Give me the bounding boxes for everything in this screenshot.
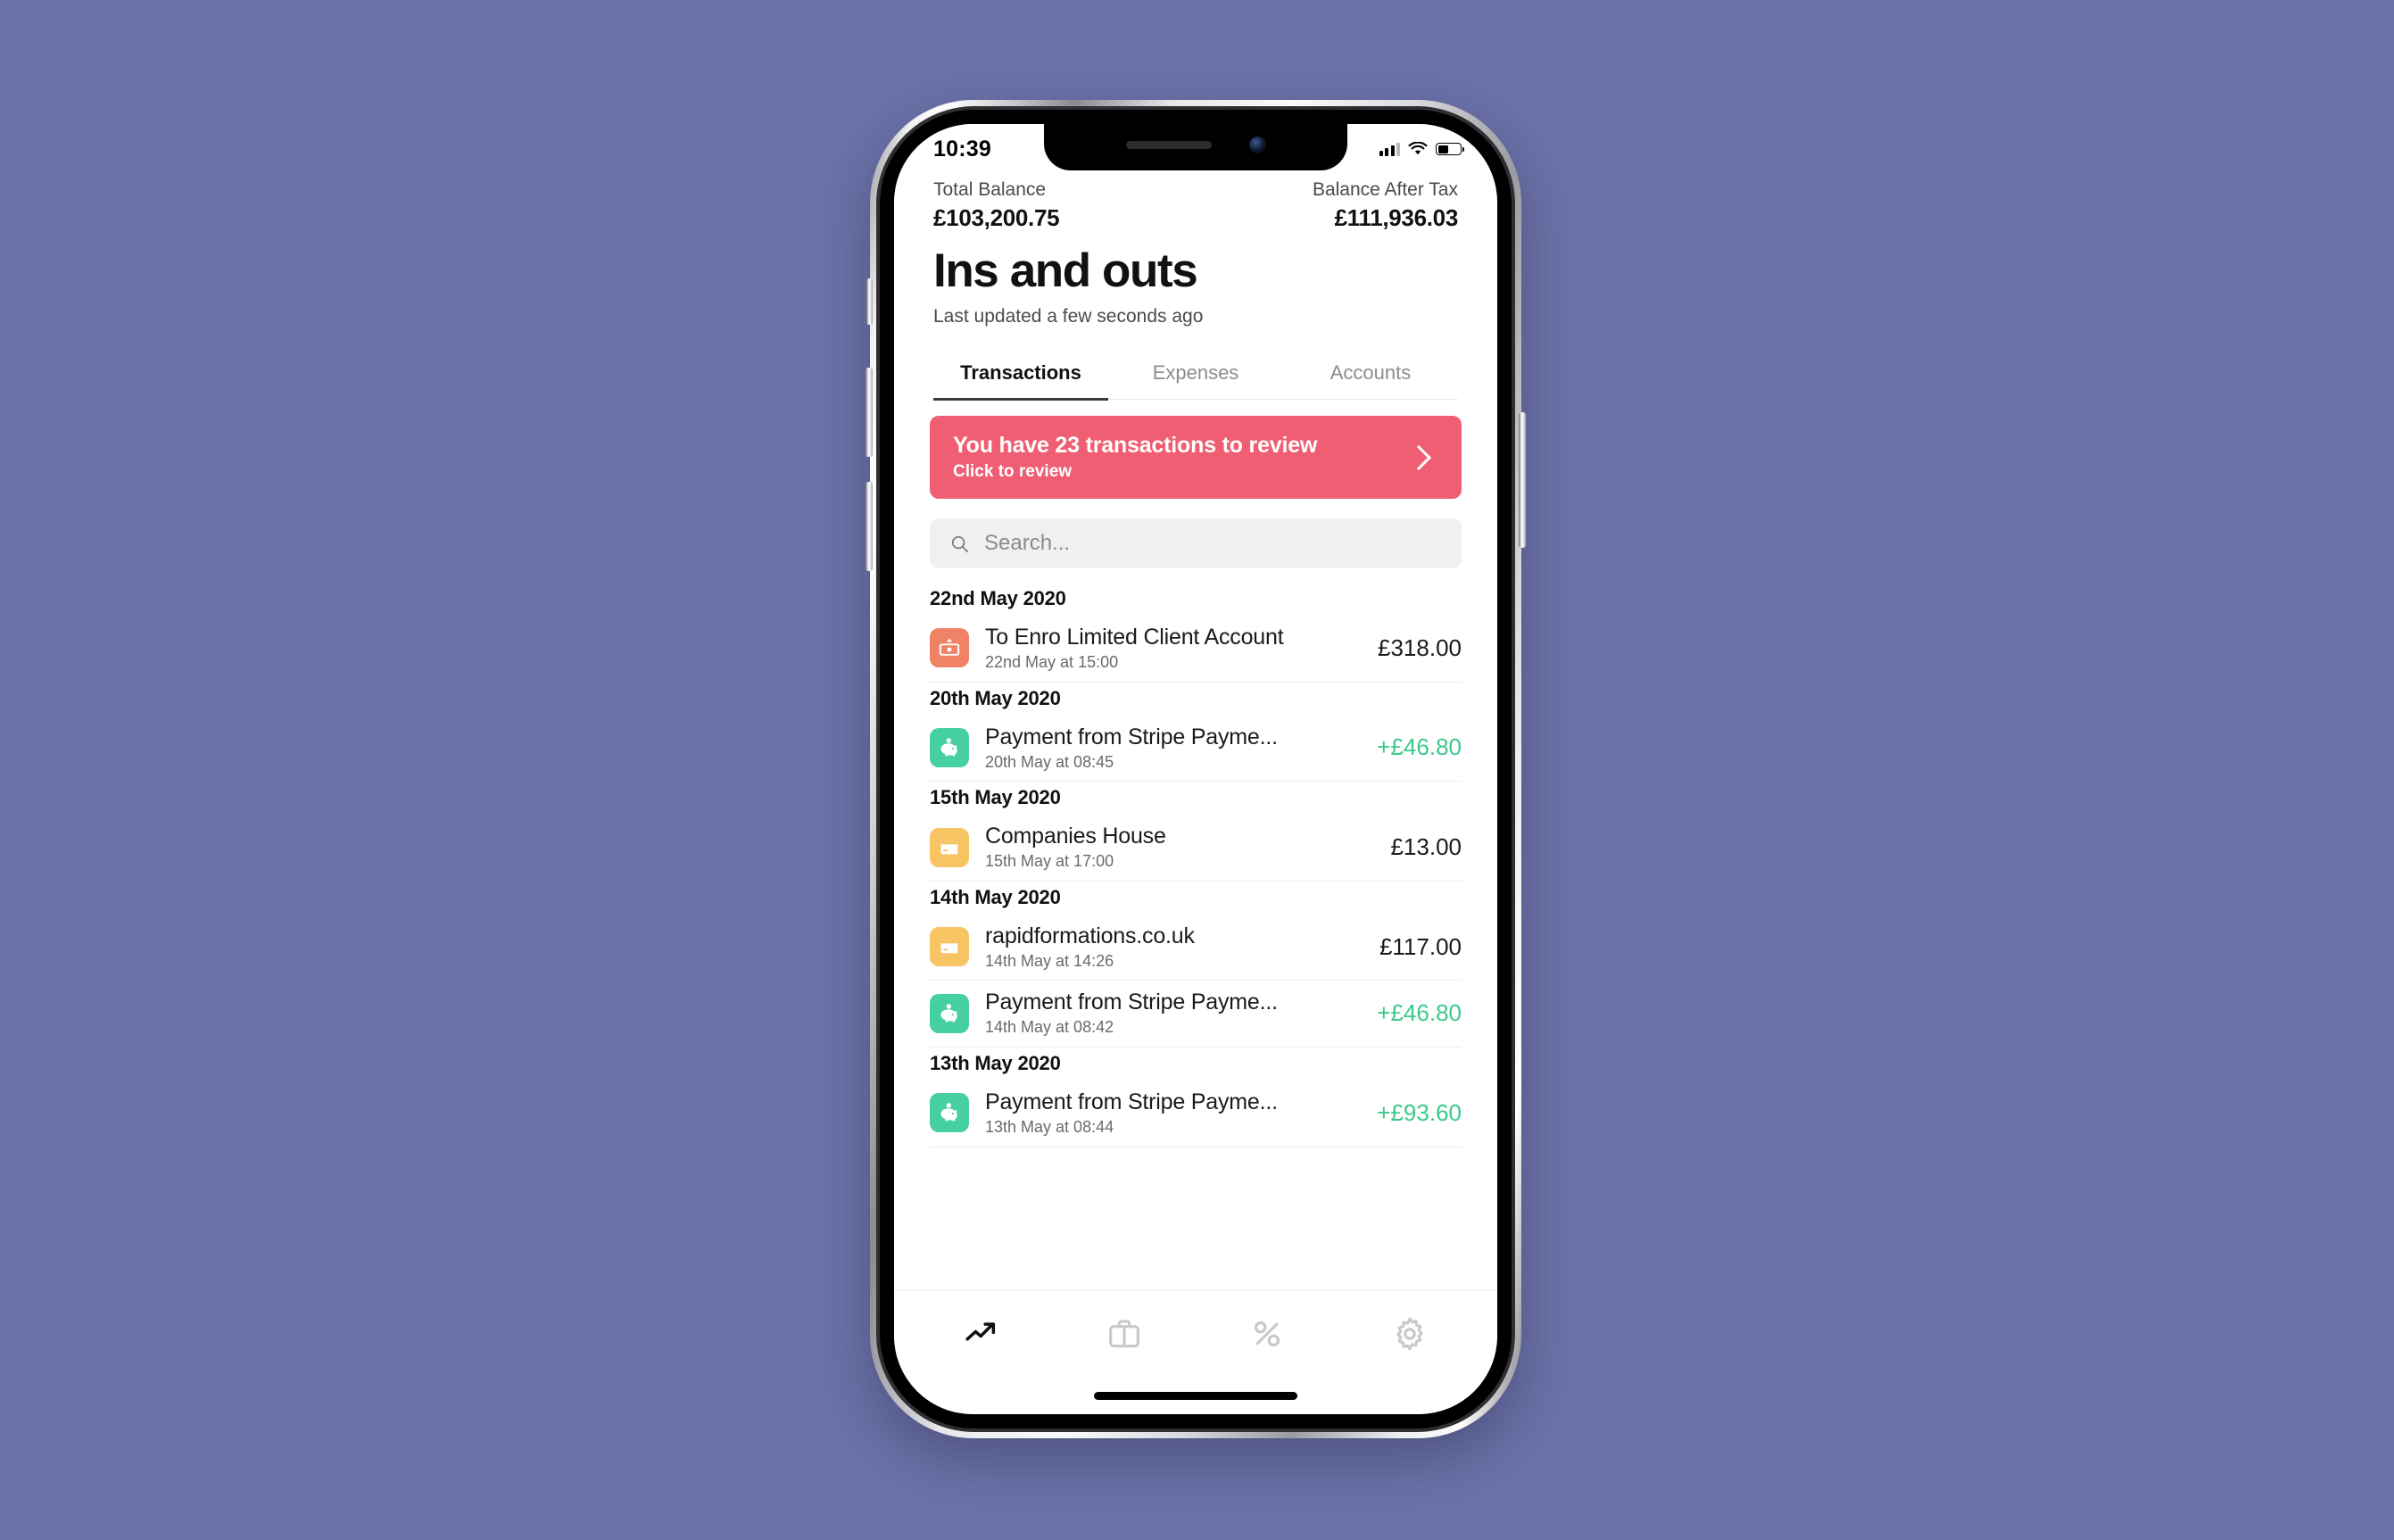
review-banner-title: You have 23 transactions to review <box>953 433 1318 459</box>
gear-icon <box>1396 1317 1423 1351</box>
front-camera-icon <box>1248 136 1266 153</box>
search-bar[interactable] <box>930 518 1462 569</box>
wifi-icon <box>1408 142 1428 155</box>
transaction-name: Payment from Stripe Payme... <box>985 989 1278 1015</box>
card-icon <box>930 927 969 967</box>
transaction-time: 14th May at 08:42 <box>985 1018 1114 1037</box>
transaction-row[interactable]: Payment from Stripe Payme... 14th May at … <box>930 981 1462 1048</box>
transaction-time: 13th May at 08:44 <box>985 1118 1114 1137</box>
transaction-row[interactable]: Payment from Stripe Payme... 13th May at … <box>930 1080 1462 1147</box>
transaction-time: 14th May at 14:26 <box>985 951 1114 970</box>
phone-screen: 10:39 Total Balance £103,200.75 Balance … <box>894 124 1497 1414</box>
bottom-tab-bar <box>894 1290 1497 1377</box>
status-bar-clock: 10:39 <box>933 136 991 161</box>
search-icon <box>951 535 969 552</box>
trending-up-icon <box>965 1322 996 1341</box>
card-icon <box>930 827 969 867</box>
transaction-amount: +£46.80 <box>1377 999 1462 1027</box>
transaction-amount: +£46.80 <box>1377 733 1462 761</box>
bottom-tab-business[interactable] <box>1053 1316 1196 1352</box>
bottom-tab-tax[interactable] <box>1196 1316 1338 1352</box>
transaction-details: Payment from Stripe Payme... 14th May at … <box>985 989 1363 1038</box>
transaction-row[interactable]: Companies House 15th May at 17:00 £13.00 <box>930 815 1462 882</box>
transaction-row[interactable]: To Enro Limited Client Account 22nd May a… <box>930 616 1462 683</box>
transaction-details: Companies House 15th May at 17:00 <box>985 823 1376 872</box>
home-indicator[interactable] <box>1094 1391 1297 1400</box>
transaction-date-header: 14th May 2020 <box>930 885 1061 908</box>
transaction-amount: +£93.60 <box>1377 1098 1462 1126</box>
transaction-time: 20th May at 08:45 <box>985 752 1114 771</box>
piggy-bank-icon <box>930 993 969 1033</box>
bottom-tab-settings[interactable] <box>1338 1316 1481 1352</box>
banknote-transfer-icon <box>930 628 969 668</box>
page-title: Ins and outs <box>933 244 1198 298</box>
piggy-bank-icon <box>930 727 969 767</box>
volume-down-button[interactable] <box>866 482 873 571</box>
review-banner[interactable]: You have 23 transactions to review Click… <box>930 416 1462 500</box>
volume-up-button[interactable] <box>866 368 873 457</box>
transaction-name: Companies House <box>985 824 1166 849</box>
balance-row: Total Balance £103,200.75 Balance After … <box>933 178 1458 234</box>
tab-transactions[interactable]: Transactions <box>933 352 1108 401</box>
transaction-date-header: 15th May 2020 <box>930 786 1061 809</box>
tab-accounts[interactable]: Accounts <box>1283 352 1458 399</box>
transaction-name: Payment from Stripe Payme... <box>985 1089 1278 1115</box>
piggy-bank-icon <box>930 1093 969 1133</box>
power-button[interactable] <box>1519 412 1526 548</box>
tab-bar: Transactions Expenses Accounts <box>933 352 1458 401</box>
transaction-amount: £318.00 <box>1378 633 1462 661</box>
tab-expenses[interactable]: Expenses <box>1108 352 1283 399</box>
transaction-details: Payment from Stripe Payme... 20th May at … <box>985 724 1363 773</box>
transaction-name: To Enro Limited Client Account <box>985 625 1284 650</box>
transaction-row[interactable]: rapidformations.co.uk 14th May at 14:26 £1… <box>930 915 1462 981</box>
transaction-name: rapidformations.co.uk <box>985 923 1195 948</box>
balance-after-tax-value: £111,936.03 <box>1334 204 1459 232</box>
main-content: You have 23 transactions to review Click… <box>894 400 1497 1290</box>
review-banner-subtitle: Click to review <box>953 462 1073 482</box>
page-header: Total Balance £103,200.75 Balance After … <box>894 170 1497 401</box>
total-balance-label: Total Balance <box>933 179 1047 200</box>
transaction-details: To Enro Limited Client Account 22nd May a… <box>985 624 1363 673</box>
battery-icon <box>1436 143 1464 155</box>
speaker-grille-icon <box>1125 140 1212 149</box>
mute-switch-button[interactable] <box>866 278 873 325</box>
phone-device: 10:39 Total Balance £103,200.75 Balance … <box>866 100 1526 1438</box>
bottom-tab-insights[interactable] <box>910 1316 1053 1352</box>
transaction-date-header: 13th May 2020 <box>930 1052 1061 1075</box>
transaction-date-header: 20th May 2020 <box>930 686 1061 709</box>
balance-after-tax-block: Balance After Tax £111,936.03 <box>1313 178 1458 234</box>
transaction-amount: £117.00 <box>1379 932 1462 960</box>
transaction-time: 22nd May at 15:00 <box>985 653 1119 672</box>
last-updated-text: Last updated a few seconds ago <box>933 306 1204 327</box>
percent-icon <box>1254 1321 1280 1347</box>
transaction-list: 22nd May 2020 To Enro Limited Client Acco… <box>930 583 1462 1290</box>
briefcase-icon <box>1109 1320 1139 1348</box>
home-indicator-area <box>894 1377 1497 1414</box>
total-balance-block: Total Balance £103,200.75 <box>933 178 1060 234</box>
transaction-details: Payment from Stripe Payme... 13th May at … <box>985 1089 1363 1138</box>
device-notch <box>1044 124 1347 170</box>
transaction-details: rapidformations.co.uk 14th May at 14:26 <box>985 923 1365 972</box>
cellular-signal-icon <box>1379 142 1400 156</box>
transaction-row[interactable]: Payment from Stripe Payme... 20th May at … <box>930 716 1462 782</box>
transaction-name: Payment from Stripe Payme... <box>985 724 1278 749</box>
app-container: 10:39 Total Balance £103,200.75 Balance … <box>894 124 1497 1414</box>
search-input[interactable] <box>984 531 1442 557</box>
status-bar-indicators <box>1379 142 1464 156</box>
transaction-time: 15th May at 17:00 <box>985 852 1114 871</box>
review-banner-text: You have 23 transactions to review Click… <box>953 433 1317 482</box>
chevron-right-icon <box>1405 444 1432 470</box>
transaction-amount: £13.00 <box>1390 833 1462 861</box>
transaction-date-header: 22nd May 2020 <box>930 587 1066 610</box>
total-balance-value: £103,200.75 <box>933 204 1060 232</box>
balance-after-tax-label: Balance After Tax <box>1312 179 1458 200</box>
